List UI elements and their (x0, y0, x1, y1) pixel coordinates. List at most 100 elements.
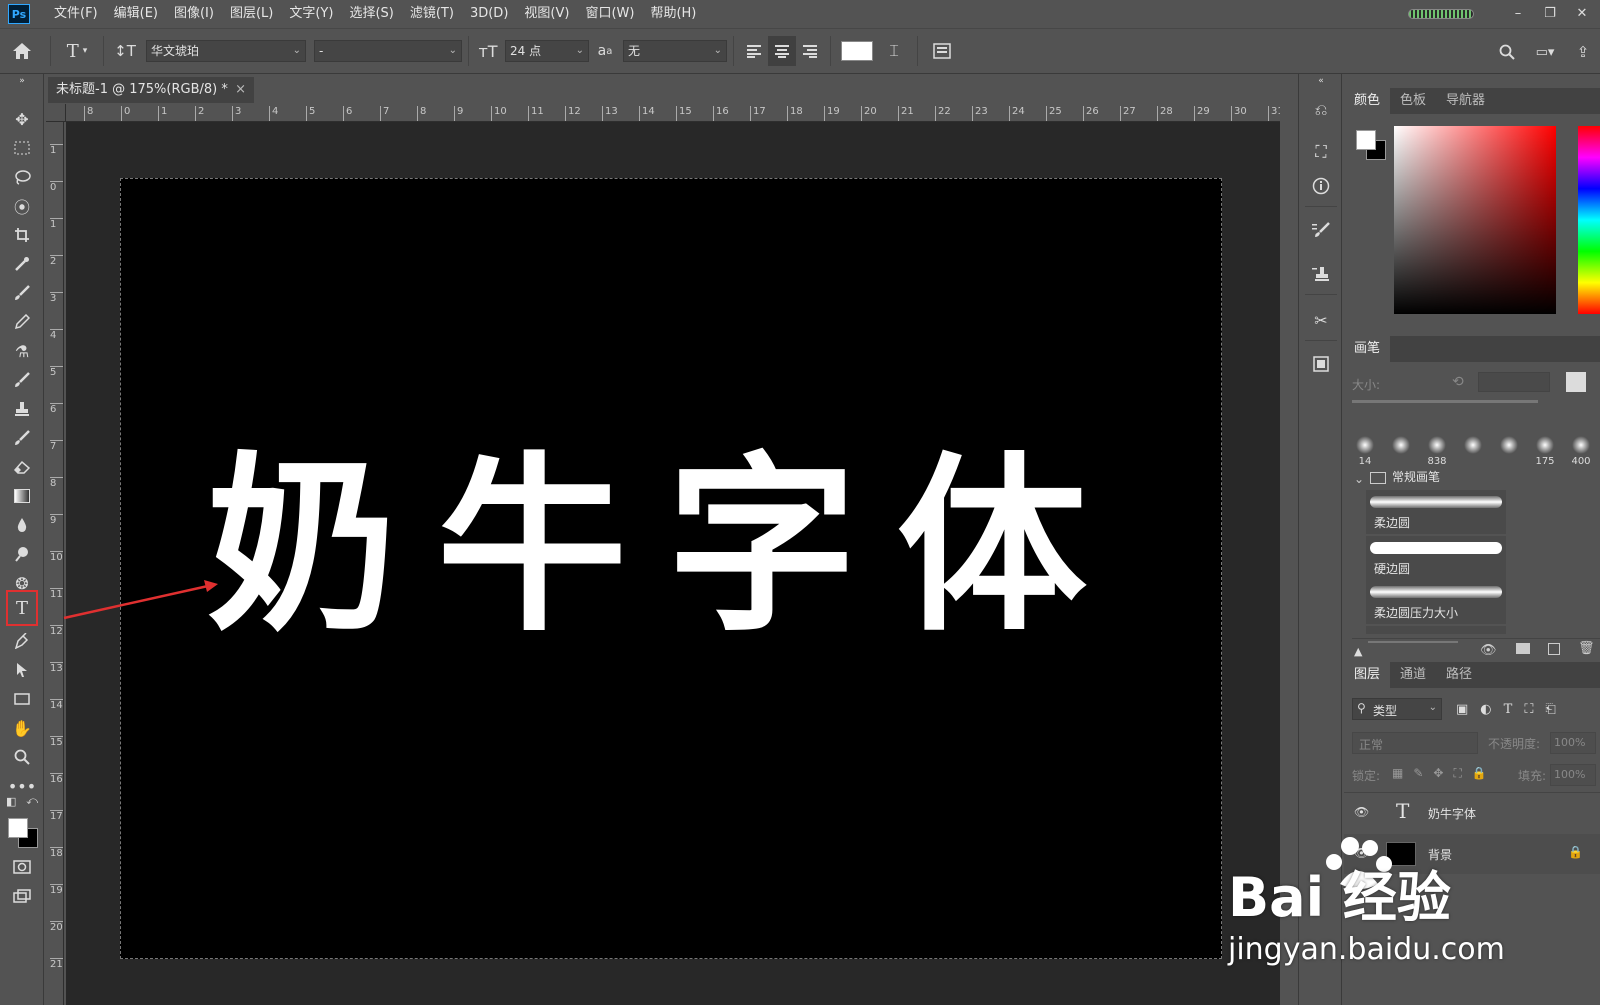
preview-size-slider[interactable] (1368, 641, 1458, 643)
horizontal-ruler[interactable]: 8 0 1 2 3 4 5 6 7 8 9 10 11 12 13 14 15 16 17 18 19 20 21 22 23 2… (66, 104, 1280, 122)
align-right-icon[interactable] (796, 36, 824, 66)
color-picker-field[interactable] (1394, 126, 1556, 314)
menu-item[interactable]: 窗口(W) (577, 0, 642, 28)
vertical-ruler[interactable]: 1 0 1 2 3 4 5 6 7 8 9 10 11 12 13 14 15 16 17 18 19 20 21 (46, 122, 64, 1005)
brush-item[interactable]: 硬边圆 (1366, 536, 1506, 580)
menu-item[interactable]: 3D(D) (462, 0, 516, 28)
character-panel-icon[interactable] (924, 36, 960, 66)
canvas-workspace[interactable]: 奶牛字体 (66, 122, 1280, 1005)
lasso-tool-icon[interactable] (6, 164, 38, 190)
brush-tip-preset[interactable] (1456, 432, 1490, 472)
type-tool-icon[interactable]: T (6, 590, 38, 626)
type-tool-preset-icon[interactable]: T ▾ (57, 36, 97, 66)
reset-icon[interactable]: ⟲ (1452, 374, 1464, 390)
eraser-tool-icon[interactable] (6, 454, 38, 480)
brush-tip-preset[interactable]: 14 (1348, 432, 1382, 472)
tab-brushes[interactable]: 画笔 (1344, 336, 1391, 362)
align-center-icon[interactable] (768, 36, 796, 66)
restore-icon[interactable]: ❐ (1542, 6, 1558, 22)
share-icon[interactable]: ⇪ (1572, 37, 1594, 67)
layer-name[interactable]: 背景 (1428, 846, 1452, 863)
brush-group-chevron-icon[interactable]: ⌄ (1354, 472, 1364, 486)
type-filter-icon[interactable]: T (1504, 702, 1513, 717)
dodge-tool-icon[interactable] (6, 541, 38, 567)
smart-object-filter-icon[interactable]: ⎗ (1545, 702, 1555, 717)
tab-paths[interactable]: 路径 (1436, 662, 1482, 688)
gradient-tool-icon[interactable] (6, 483, 38, 509)
art-history-brush-icon[interactable] (6, 425, 38, 451)
close-window-icon[interactable]: ✕ (1574, 6, 1590, 22)
new-brush-icon[interactable] (1566, 372, 1586, 392)
hue-slider[interactable] (1578, 126, 1600, 314)
brush-tip-preset[interactable] (1384, 432, 1418, 472)
menu-item[interactable]: 文件(F) (46, 0, 106, 28)
layer-filter-select[interactable]: ⚲ 类型 ⌄ (1352, 698, 1442, 720)
pencil-tool-icon[interactable] (6, 309, 38, 335)
move-tool-icon[interactable]: ✥ (6, 106, 38, 132)
new-brush-preset-icon[interactable] (1548, 643, 1560, 655)
adjustment-filter-icon[interactable]: ◐ (1480, 702, 1491, 717)
menu-item[interactable]: 图层(L) (222, 0, 281, 28)
pen-tool-icon[interactable] (6, 628, 38, 654)
fill-input[interactable]: 100% (1550, 764, 1596, 786)
menu-item[interactable]: 编辑(E) (106, 0, 166, 28)
brush-settings-panel-icon[interactable] (1306, 216, 1336, 244)
pixel-filter-icon[interactable]: ▣ (1456, 702, 1468, 717)
menu-item[interactable]: 文字(Y) (281, 0, 341, 28)
menu-item[interactable]: 选择(S) (341, 0, 401, 28)
clone-stamp-tool-icon[interactable]: ⚗ (6, 338, 38, 364)
tab-swatches[interactable]: 色板 (1390, 88, 1436, 114)
stamp-tool-icon[interactable] (6, 396, 38, 422)
warp-text-icon[interactable]: ⌶ (877, 36, 911, 66)
layer-row-type[interactable]: 👁 T 奶牛字体 (1344, 792, 1600, 832)
document-tab[interactable]: 未标题-1 @ 175%(RGB/8) * × (48, 77, 254, 103)
path-selection-tool-icon[interactable] (6, 657, 38, 683)
crop-tool-icon[interactable] (6, 222, 38, 248)
marquee-tool-icon[interactable] (6, 135, 38, 161)
lock-artboard-icon[interactable]: ⛶ (1453, 766, 1461, 781)
shape-filter-icon[interactable]: ⛶ (1524, 702, 1533, 717)
3d-panel-icon[interactable]: ⛶ (1306, 138, 1336, 166)
tool-presets-panel-icon[interactable]: ✂ (1306, 306, 1336, 334)
brush-tip-preset[interactable]: 838 (1420, 432, 1454, 472)
brush-group-label[interactable]: 常规画笔 (1392, 468, 1440, 485)
lock-pixels-icon[interactable]: ✎ (1413, 766, 1423, 781)
brush-size-input[interactable] (1478, 372, 1550, 392)
screen-mode-icon[interactable] (6, 883, 38, 909)
font-family-select[interactable]: 华文琥珀 ⌄ (146, 40, 306, 62)
home-icon[interactable] (0, 36, 44, 66)
quick-selection-tool-icon[interactable]: ⦿ (6, 193, 38, 219)
actions-panel-icon[interactable] (1306, 350, 1336, 378)
brush-item[interactable] (1366, 626, 1506, 634)
menu-item[interactable]: 视图(V) (516, 0, 577, 28)
workspace-icon[interactable]: ▭▾ (1530, 37, 1560, 67)
zoom-tool-icon[interactable] (6, 744, 38, 770)
text-color-button[interactable] (837, 41, 877, 61)
document-canvas[interactable]: 奶牛字体 (120, 178, 1222, 959)
history-panel-icon[interactable]: ⎌ (1306, 96, 1336, 124)
tab-layers[interactable]: 图层 (1344, 662, 1391, 688)
trash-icon[interactable]: 🗑 (1578, 641, 1595, 656)
visibility-eye-icon[interactable]: 👁 (1354, 805, 1369, 819)
brush-tool-icon[interactable] (6, 280, 38, 306)
panel-foreground-color[interactable] (1356, 130, 1376, 150)
lock-position-icon[interactable]: ✥ (1433, 766, 1443, 781)
brush-item[interactable]: 柔边圆 (1366, 490, 1506, 534)
new-group-icon[interactable] (1516, 643, 1530, 654)
opacity-input[interactable]: 100% (1550, 732, 1596, 754)
brush-preview-slider-icon[interactable]: ▲ (1354, 645, 1362, 658)
lock-all-icon[interactable]: 🔒 (1472, 766, 1487, 781)
tab-color[interactable]: 颜色 (1344, 88, 1391, 114)
foreground-color[interactable] (8, 818, 28, 838)
minimize-icon[interactable]: – (1510, 6, 1526, 22)
tab-channels[interactable]: 通道 (1390, 662, 1436, 688)
toggle-preview-icon[interactable]: 👁 (1480, 643, 1497, 658)
search-icon[interactable] (1496, 37, 1518, 67)
brush-tip-preset[interactable]: 175 (1528, 432, 1562, 472)
collapse-panels-icon[interactable]: « (1306, 76, 1336, 86)
text-layer-content[interactable]: 奶牛字体 (207, 437, 1147, 657)
brush-item[interactable]: 柔边圆压力大小 (1366, 580, 1506, 624)
history-brush-tool-icon[interactable] (6, 367, 38, 393)
lock-transparency-icon[interactable]: ▦ (1392, 766, 1403, 781)
menu-item[interactable]: 图像(I) (166, 0, 222, 28)
